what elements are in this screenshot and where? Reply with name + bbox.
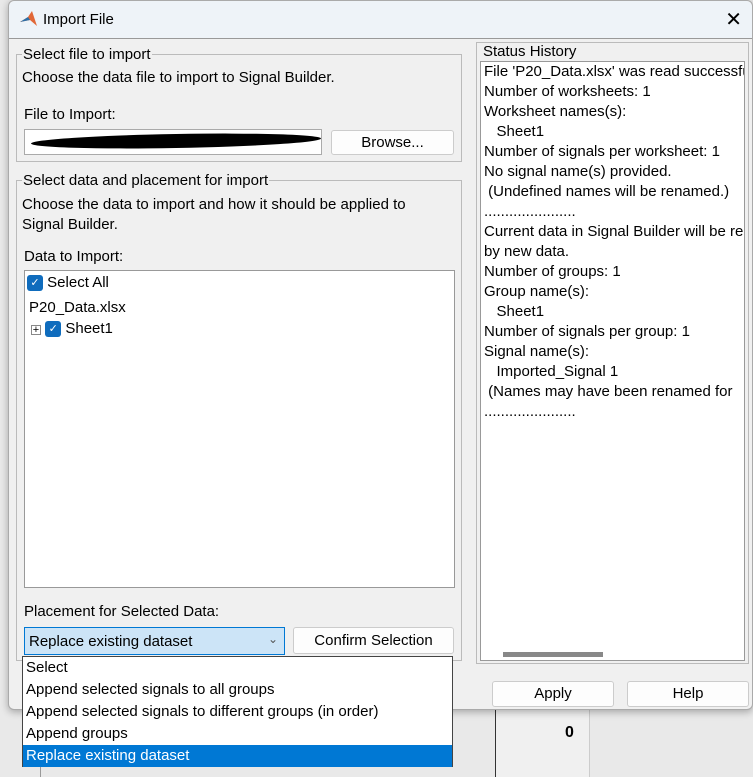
status-line: by new data. bbox=[484, 243, 570, 260]
file-to-import-label: File to Import: bbox=[24, 106, 116, 123]
status-line: (Undefined names will be renamed.) bbox=[484, 183, 730, 200]
background-value: 0 bbox=[565, 724, 574, 741]
status-line: Number of worksheets: 1 bbox=[484, 83, 651, 100]
dropdown-option[interactable]: Append selected signals to different gro… bbox=[23, 701, 452, 723]
data-tree: ✓ Select All P20_Data.xlsx + ✓ Sheet1 bbox=[24, 270, 455, 588]
browse-button[interactable]: Browse... bbox=[331, 130, 454, 155]
redacted-path bbox=[30, 131, 321, 151]
dropdown-option[interactable]: Append selected signals to all groups bbox=[23, 679, 452, 701]
file-description: Choose the data file to import to Signal… bbox=[22, 69, 335, 86]
expand-plus-icon[interactable]: + bbox=[31, 325, 41, 336]
select-all-checkbox[interactable]: ✓ Select All bbox=[27, 274, 109, 292]
placement-dropdown-list: Select Append selected signals to all gro… bbox=[22, 656, 453, 767]
status-line: Number of groups: 1 bbox=[484, 263, 621, 280]
tree-node-sheet[interactable]: + ✓ Sheet1 bbox=[31, 320, 113, 338]
checkbox-checked-icon[interactable]: ✓ bbox=[45, 321, 62, 338]
status-line: Group name(s): bbox=[484, 283, 590, 300]
dropdown-option[interactable]: Select bbox=[23, 657, 452, 679]
dropdown-option[interactable]: Replace existing dataset bbox=[23, 745, 452, 767]
status-history-legend: Status History bbox=[483, 43, 577, 60]
status-history-panel: Status History File 'P20_Data.xlsx' was … bbox=[476, 42, 749, 664]
status-line: (Names may have been renamed for bbox=[484, 383, 733, 400]
status-line: ...................... bbox=[484, 203, 576, 220]
select-data-legend: Select data and placement for import bbox=[23, 172, 269, 189]
chevron-down-icon: ⌄ bbox=[267, 632, 278, 646]
confirm-selection-button[interactable]: Confirm Selection bbox=[293, 627, 454, 654]
status-line: Signal name(s): bbox=[484, 343, 590, 360]
dropdown-option[interactable]: Append groups bbox=[23, 723, 452, 745]
status-line: Sheet1 bbox=[484, 123, 545, 140]
data-description-line1: Choose the data to import and how it sho… bbox=[22, 196, 406, 213]
status-line: Worksheet names(s): bbox=[484, 103, 627, 120]
apply-button[interactable]: Apply bbox=[492, 681, 614, 707]
tree-node-file[interactable]: P20_Data.xlsx bbox=[29, 299, 126, 316]
background-column bbox=[495, 710, 590, 777]
import-file-dialog: Import File ✕ Select file to import Choo… bbox=[8, 0, 753, 710]
data-description-line2: Signal Builder. bbox=[22, 216, 118, 233]
status-line: Sheet1 bbox=[484, 303, 545, 320]
status-line: Imported_Signal 1 bbox=[484, 363, 619, 380]
status-line: Number of signals per worksheet: 1 bbox=[484, 143, 720, 160]
status-line: ...................... bbox=[484, 403, 576, 420]
status-line: Number of signals per group: 1 bbox=[484, 323, 690, 340]
status-line: Current data in Signal Builder will be r… bbox=[484, 223, 744, 240]
matlab-logo-icon bbox=[20, 11, 37, 26]
status-history-text: File 'P20_Data.xlsx' was read successful… bbox=[480, 61, 745, 661]
status-line: No signal name(s) provided. bbox=[484, 163, 672, 180]
title-bar: Import File ✕ bbox=[9, 1, 752, 39]
status-line: File 'P20_Data.xlsx' was read successful… bbox=[484, 63, 745, 80]
placement-dropdown[interactable]: Replace existing dataset ⌄ bbox=[24, 627, 285, 655]
placement-label: Placement for Selected Data: bbox=[24, 603, 220, 620]
checkbox-checked-icon: ✓ bbox=[27, 275, 43, 292]
file-path-input[interactable] bbox=[24, 129, 322, 155]
close-icon[interactable]: ✕ bbox=[725, 7, 742, 32]
data-to-import-label: Data to Import: bbox=[24, 248, 124, 265]
horizontal-scrollbar[interactable] bbox=[503, 652, 603, 657]
window-title: Import File bbox=[43, 11, 114, 28]
select-file-legend: Select file to import bbox=[23, 46, 151, 63]
help-button[interactable]: Help bbox=[627, 681, 749, 707]
